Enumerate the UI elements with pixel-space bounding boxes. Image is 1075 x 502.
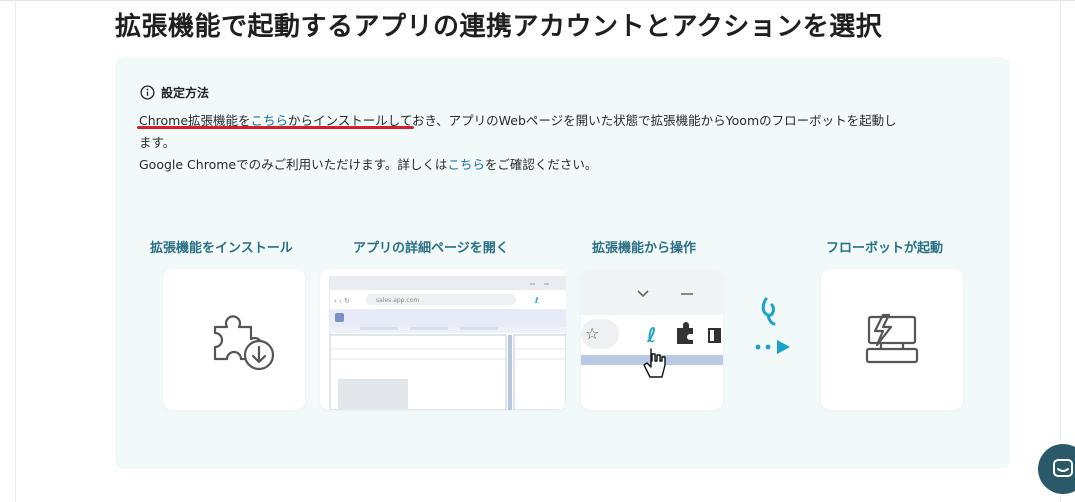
step-label-operate: 拡張機能から操作 [592,241,697,256]
page-title: 拡張機能で起動するアプリの連携アカウントとアクションを選択 [115,12,883,42]
step-card-launch [821,269,963,410]
chrome-note: Google Chromeでのみご利用いただけます。詳しくはこちらをご確認くださ… [139,154,989,176]
step-card-install [163,269,305,410]
desc-text: ます。 [139,135,176,150]
step-label-open-page: アプリの詳細ページを開く [353,241,509,256]
step-card-operate: ☆ ℓ [581,269,723,410]
desc-text: Google Chromeでのみご利用いただけます。詳しくは [139,157,448,172]
flowbot-launch-icon [865,313,919,364]
browser-window-icon: ‹ › ↻ sales.app.com ℓ [329,276,566,410]
desc-text: をご確認ください。 [484,157,598,172]
url-text: sales.app.com [376,297,419,304]
svg-text:‹ › ↻: ‹ › ↻ [334,297,350,305]
flow-arrow-icon [755,297,790,354]
step-card-open-page: ‹ › ↻ sales.app.com ℓ [320,269,566,410]
right-divider [1060,0,1061,502]
chat-button[interactable] [1038,444,1075,494]
extension-toolbar-icon: ☆ ℓ [581,269,723,378]
puzzle-download-icon [213,315,275,371]
left-divider [15,0,16,502]
chat-icon [1053,459,1073,477]
setup-title: 設定方法 [161,86,210,100]
setup-header: 設定方法 [140,84,209,101]
details-link[interactable]: こちら [447,157,485,172]
step-label-launch: フローボットが起動 [826,241,944,256]
svg-text:ℓ: ℓ [534,296,539,305]
svg-text:☆: ☆ [585,324,599,343]
setup-description: Chrome拡張機能をこちらからインストールしておき、アプリのWebページを開い… [139,110,989,154]
info-icon [140,85,155,100]
svg-text:ℓ: ℓ [646,323,656,347]
annotation-underline [137,126,414,129]
top-divider [0,0,1075,1]
step-label-install: 拡張機能をインストール [150,241,293,256]
